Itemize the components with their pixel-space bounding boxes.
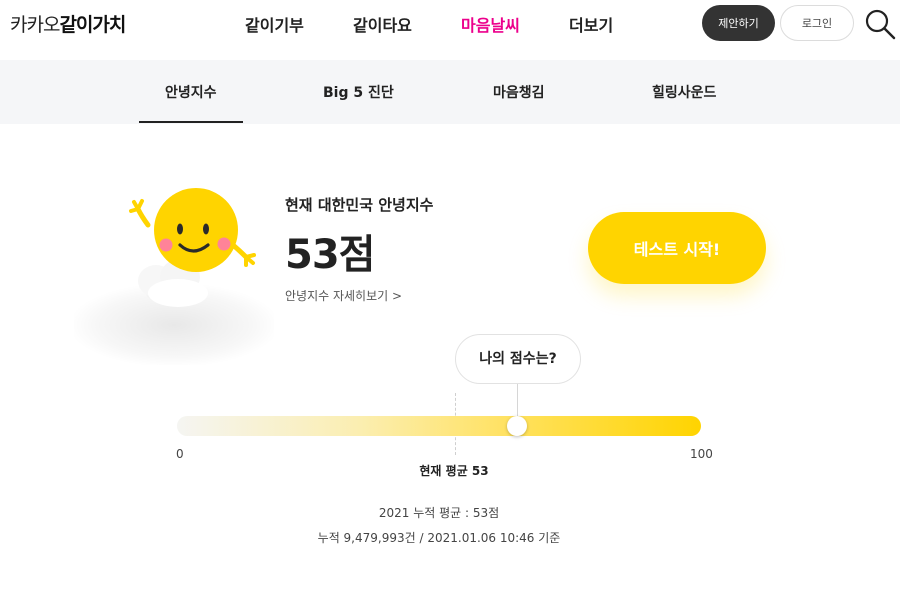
score-gauge-thumb[interactable] bbox=[507, 416, 527, 436]
kakao-together-logo[interactable]: 카카오같이가치 bbox=[10, 10, 126, 37]
nav-item-donate[interactable]: 같이기부 bbox=[245, 12, 304, 36]
score-gauge-track[interactable] bbox=[177, 416, 701, 436]
gauge-min-label: 0 bbox=[176, 447, 184, 461]
cumulative-count-text: 누적 9,479,993건 / 2021.01.06 10:46 기준 bbox=[317, 531, 561, 545]
logo-text-bold: 같이가치 bbox=[59, 14, 126, 36]
cumulative-average-text: 2021 누적 평균 : 53점 bbox=[378, 506, 500, 520]
active-tab-indicator bbox=[139, 121, 243, 123]
nav-item-mind-weather[interactable]: 마음날씨 bbox=[461, 12, 520, 36]
login-button[interactable]: 로그인 bbox=[780, 5, 854, 41]
nav-item-ride[interactable]: 같이타요 bbox=[353, 12, 412, 36]
global-header: 카카오같이가치 같이기부 같이타요 마음날씨 더보기 제안하기 로그인 bbox=[0, 0, 900, 60]
nav-item-more[interactable]: 더보기 bbox=[569, 12, 613, 36]
my-score-bubble: 나의 점수는? bbox=[455, 334, 581, 384]
bubble-stem bbox=[517, 384, 518, 416]
tab-wellbeing-index[interactable]: 안녕지수 bbox=[165, 82, 217, 102]
test-start-button[interactable]: 테스트 시작! bbox=[588, 212, 766, 284]
current-average-label: 현재 평균 53 bbox=[419, 464, 489, 478]
gauge-max-label: 100 bbox=[690, 447, 713, 461]
sub-navigation: 안녕지수 Big 5 진단 마음챙김 힐링사운드 bbox=[0, 60, 900, 124]
tab-healing-sound[interactable]: 힐링사운드 bbox=[652, 82, 716, 102]
smiling-sun-icon bbox=[118, 185, 268, 310]
logo-text-light: 카카오 bbox=[10, 14, 60, 36]
propose-button[interactable]: 제안하기 bbox=[702, 5, 775, 41]
wellbeing-index-label: 현재 대한민국 안녕지수 bbox=[285, 196, 434, 214]
search-icon[interactable] bbox=[864, 8, 896, 40]
tab-mindfulness[interactable]: 마음챙김 bbox=[493, 82, 545, 102]
index-detail-link[interactable]: 안녕지수 자세히보기 > bbox=[285, 287, 402, 304]
wellbeing-index-score: 53점 bbox=[285, 232, 375, 278]
tab-big5[interactable]: Big 5 진단 bbox=[323, 82, 394, 102]
